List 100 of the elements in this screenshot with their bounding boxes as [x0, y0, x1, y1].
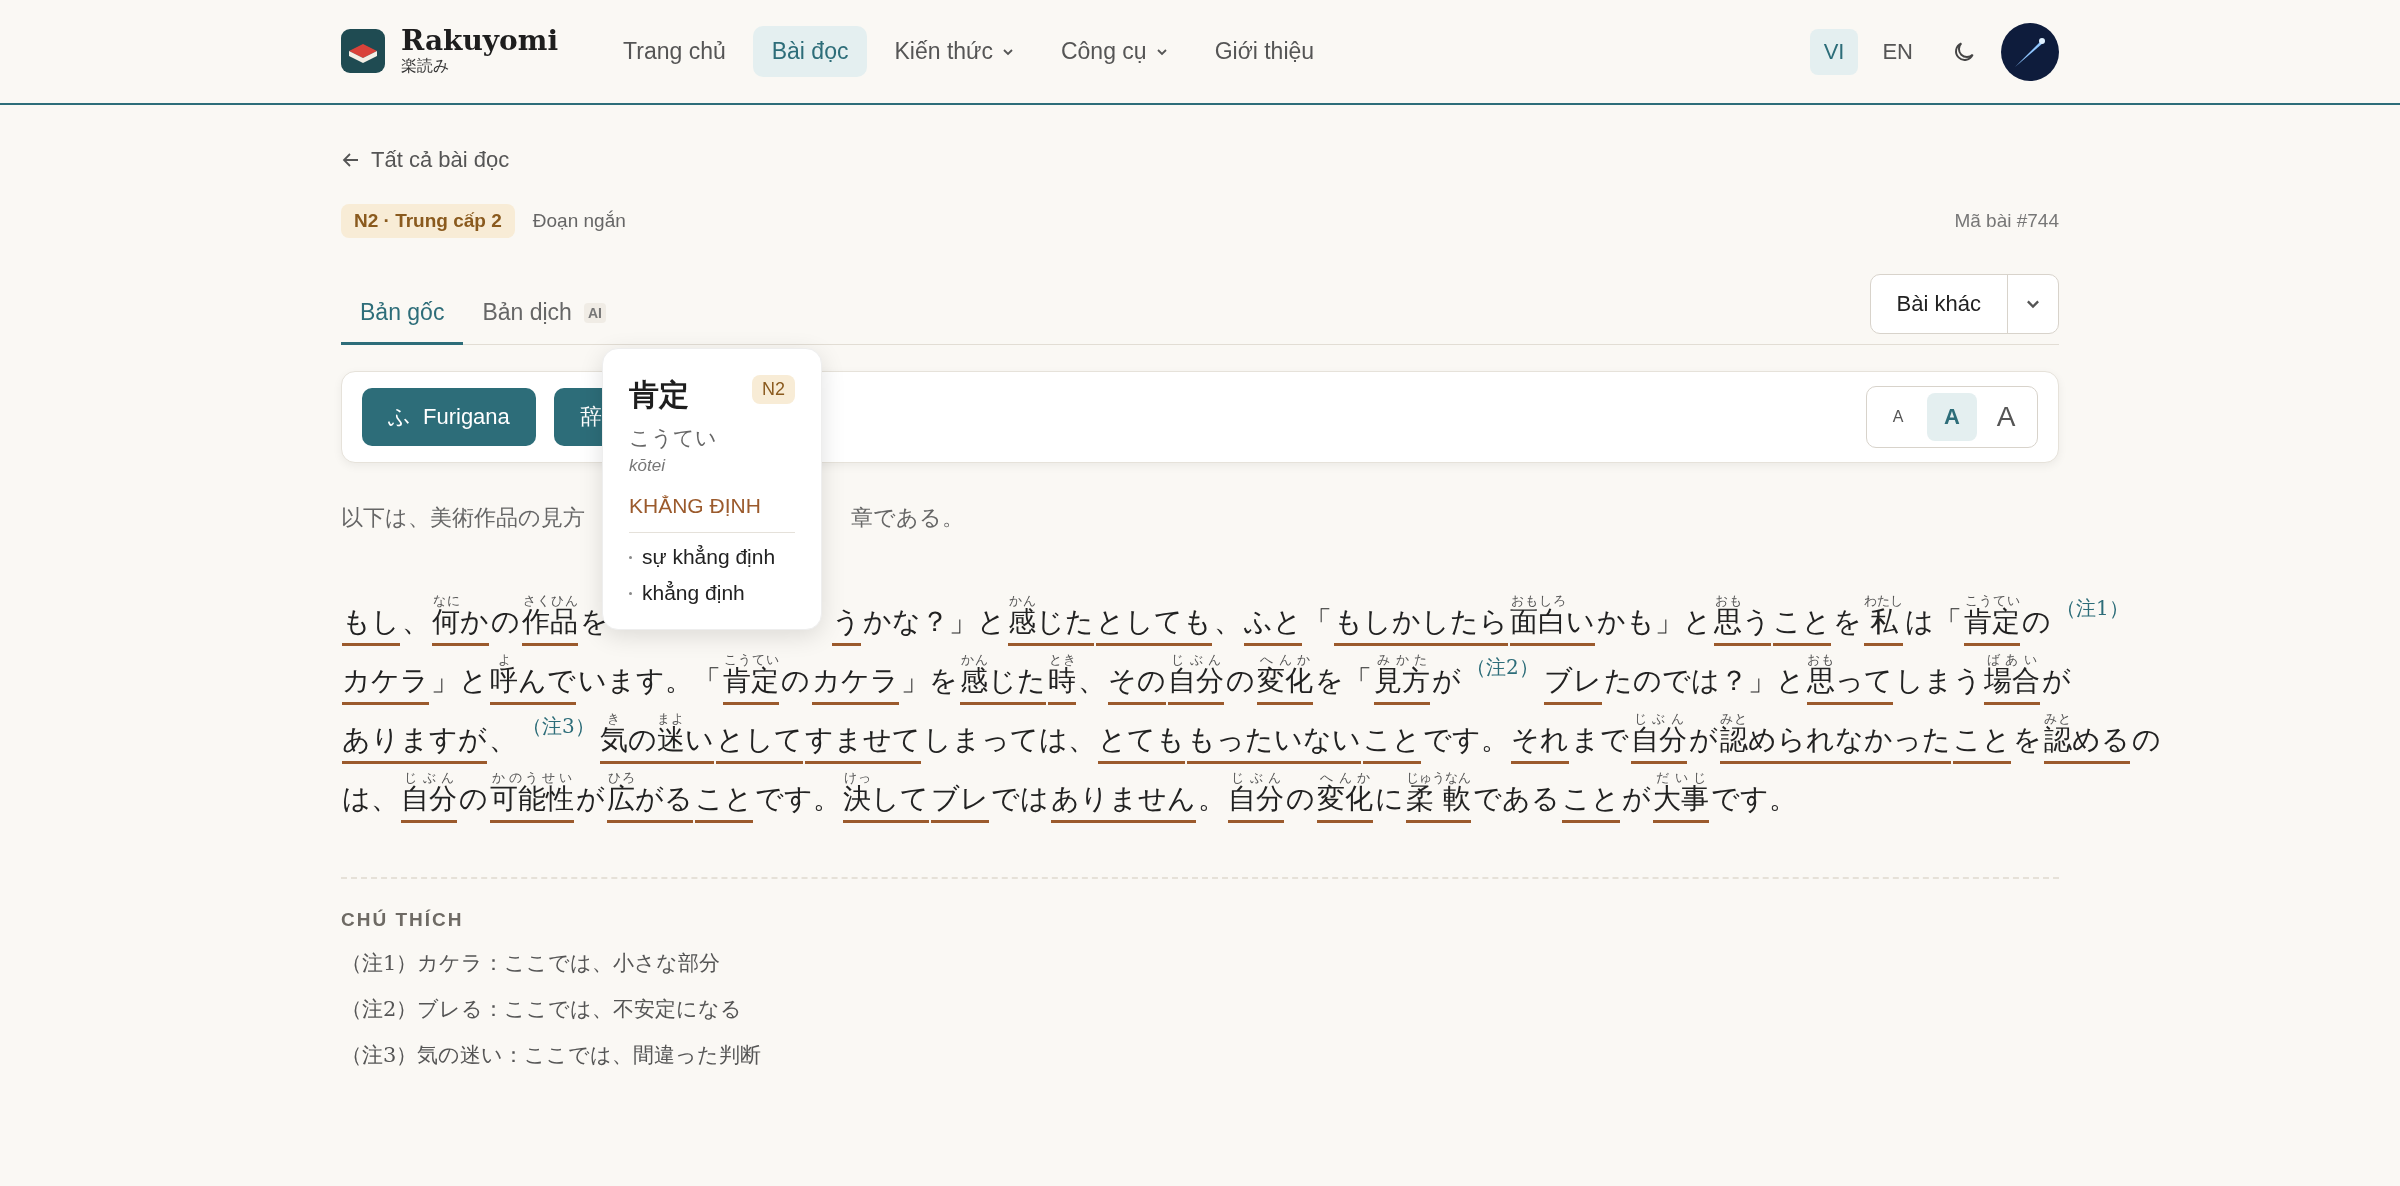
vocabulary-word[interactable]: もったいない: [1186, 721, 1361, 764]
note-marker[interactable]: （注2）: [1466, 654, 1539, 681]
vocabulary-word[interactable]: こと: [1562, 780, 1620, 823]
level-tag: N2 · Trung cấp 2: [341, 204, 515, 238]
vocabulary-word[interactable]: 場合 ばあい: [1983, 653, 2040, 705]
language-button[interactable]: EN: [1868, 28, 1927, 75]
vocabulary-word[interactable]: もし: [342, 603, 400, 646]
passage-text: 、: [489, 722, 517, 758]
passage-text: を: [580, 604, 609, 640]
avatar[interactable]: [2001, 22, 2059, 81]
vocabulary-word[interactable]: 作品 さくひん: [522, 594, 578, 646]
vocabulary-word[interactable]: 思 おも う: [1714, 594, 1771, 646]
vocabulary-word[interactable]: もしかしたら: [1334, 603, 1508, 646]
nav-link[interactable]: Kiến thức: [875, 26, 1034, 77]
vocabulary-word[interactable]: 感 かん じた: [960, 653, 1046, 705]
vocabulary-word[interactable]: 認 みと められなかった: [1719, 712, 1951, 764]
vocabulary-word[interactable]: 変化 へんか: [1257, 653, 1313, 705]
level-tag: N2: [752, 375, 795, 404]
bullet-icon: [629, 591, 632, 595]
passage-text: 」と: [431, 663, 488, 699]
vocabulary-word[interactable]: 何 なに か: [432, 594, 489, 646]
bullet-icon: [629, 555, 632, 559]
vocabulary-word[interactable]: すませて: [804, 721, 921, 764]
vocabulary-word[interactable]: こと: [1952, 721, 2011, 764]
vocabulary-word[interactable]: 自分 じぶん: [401, 771, 457, 823]
passage-text: が: [2041, 663, 2071, 699]
language-button[interactable]: VI: [1809, 28, 1859, 75]
vocabulary-word[interactable]: 私 わたし: [1864, 594, 1903, 646]
vocabulary-word[interactable]: ふと: [1244, 603, 1302, 646]
vocabulary-word[interactable]: として: [715, 721, 803, 764]
vocabulary-word[interactable]: 呼 よ んで: [490, 653, 576, 705]
brand-name: Rakuyomi: [401, 26, 559, 56]
passage-text: を: [1833, 604, 1862, 640]
font-size-button[interactable]: A: [1927, 393, 1977, 441]
notes-heading: CHÚ THÍCH: [341, 909, 465, 931]
vocabulary-word[interactable]: 大事 だいじ: [1653, 771, 1709, 823]
passage-text: しまっては、: [922, 722, 1096, 758]
vocabulary-word[interactable]: ブレ: [931, 780, 989, 823]
nav-link[interactable]: Bài đọc: [752, 26, 868, 77]
vocabulary-word[interactable]: こと: [1773, 603, 1831, 646]
vocabulary-word[interactable]: こと: [695, 780, 753, 823]
vocabulary-word[interactable]: 見方 みかた: [1374, 653, 1430, 705]
vocabulary-word[interactable]: 自分 じぶん: [1630, 712, 1687, 764]
button-icon-glyph: ふ: [388, 403, 411, 431]
length-label: Đoạn ngắn: [532, 210, 626, 232]
passage-text: が: [1688, 722, 1718, 758]
back-link-text[interactable]: Tất cả bài đọc: [371, 147, 510, 173]
vocabulary-word[interactable]: ありますが: [342, 721, 487, 764]
passage-text: かも」と: [1597, 604, 1712, 640]
vocabulary-word[interactable]: それ: [1510, 721, 1569, 764]
vocabulary-word[interactable]: とても: [1097, 721, 1185, 764]
popup-sense: khẳng định: [642, 581, 745, 605]
tab[interactable]: Bản gốc: [341, 285, 464, 345]
popup-meaning: KHẲNG ĐỊNH: [629, 494, 795, 533]
vocabulary-word[interactable]: 広 ひろ がる: [607, 771, 693, 823]
nav-link[interactable]: Trang chủ: [604, 26, 745, 77]
vocabulary-word[interactable]: カケラ: [342, 662, 429, 705]
footnote: （注3）気の迷い：ここでは、間違った判断: [341, 1042, 763, 1069]
vocabulary-word[interactable]: ブレ: [1543, 662, 1602, 705]
vocabulary-word[interactable]: としても: [1096, 603, 1212, 646]
passage-text: が: [1622, 781, 1651, 817]
toolbar-button[interactable]: ふ Furigana: [362, 388, 536, 446]
vocabulary-word[interactable]: 自分 じぶん: [1168, 653, 1224, 705]
vocabulary-word[interactable]: 変化 へんか: [1317, 771, 1373, 823]
vocabulary-word[interactable]: 肯定 こうてい: [723, 653, 779, 705]
vocabulary-word[interactable]: 肯定 こうてい: [1964, 594, 2020, 646]
brand-subtitle: 楽読み: [401, 55, 449, 77]
popup-sense: sự khẳng định: [642, 545, 776, 569]
font-size-button[interactable]: A: [1981, 393, 2031, 441]
passage-text: かな？」と: [863, 604, 1006, 640]
vocabulary-word[interactable]: う: [832, 603, 861, 646]
vocabulary-word[interactable]: 決 けっ して: [843, 771, 929, 823]
back-link[interactable]: Tất cả bài đọc: [341, 147, 510, 173]
article-id: Mã bài #744: [1954, 210, 2059, 232]
vocabulary-word[interactable]: 自分 じぶん: [1228, 771, 1284, 823]
font-size-button[interactable]: A: [1873, 393, 1923, 441]
passage-text: 「: [1304, 604, 1332, 640]
nav-link[interactable]: Công cụ: [1041, 26, 1188, 77]
vocabulary-word[interactable]: 認 みと める: [2043, 712, 2130, 764]
tab[interactable]: Bản dịch AI: [463, 285, 625, 345]
note-marker[interactable]: （注1）: [2056, 595, 2129, 622]
vocabulary-word[interactable]: 感 かん じた: [1008, 594, 1094, 646]
nav-link[interactable]: Giới thiệu: [1195, 26, 1334, 77]
ai-tag: AI: [583, 302, 606, 323]
passage-text: です。: [1422, 722, 1509, 758]
vocabulary-word[interactable]: カケラ: [812, 662, 899, 705]
vocabulary-word[interactable]: 面白 おもしろ い: [1510, 594, 1595, 646]
passage-text: です。: [1711, 781, 1797, 817]
passage-text: の: [781, 663, 810, 699]
note-marker[interactable]: （注3）: [522, 713, 595, 740]
vocabulary-word[interactable]: ありません: [1051, 780, 1196, 823]
vocabulary-word[interactable]: こと: [1362, 721, 1421, 764]
vocabulary-word[interactable]: 可能性 かのうせい: [490, 771, 574, 823]
intro-text: 以下は、美術作品の見方: [341, 504, 585, 532]
vocabulary-word[interactable]: その: [1108, 662, 1166, 705]
vocabulary-word[interactable]: 時 とき: [1048, 653, 1076, 705]
vocabulary-word[interactable]: 思 おも って: [1806, 653, 1893, 705]
vocabulary-word[interactable]: 柔 軟 じゅうなん: [1406, 771, 1471, 823]
footnote: （注2）ブレる：ここでは、不安定になる: [341, 996, 744, 1023]
vocabulary-word[interactable]: 気 き の迷 まよ い: [599, 712, 714, 764]
